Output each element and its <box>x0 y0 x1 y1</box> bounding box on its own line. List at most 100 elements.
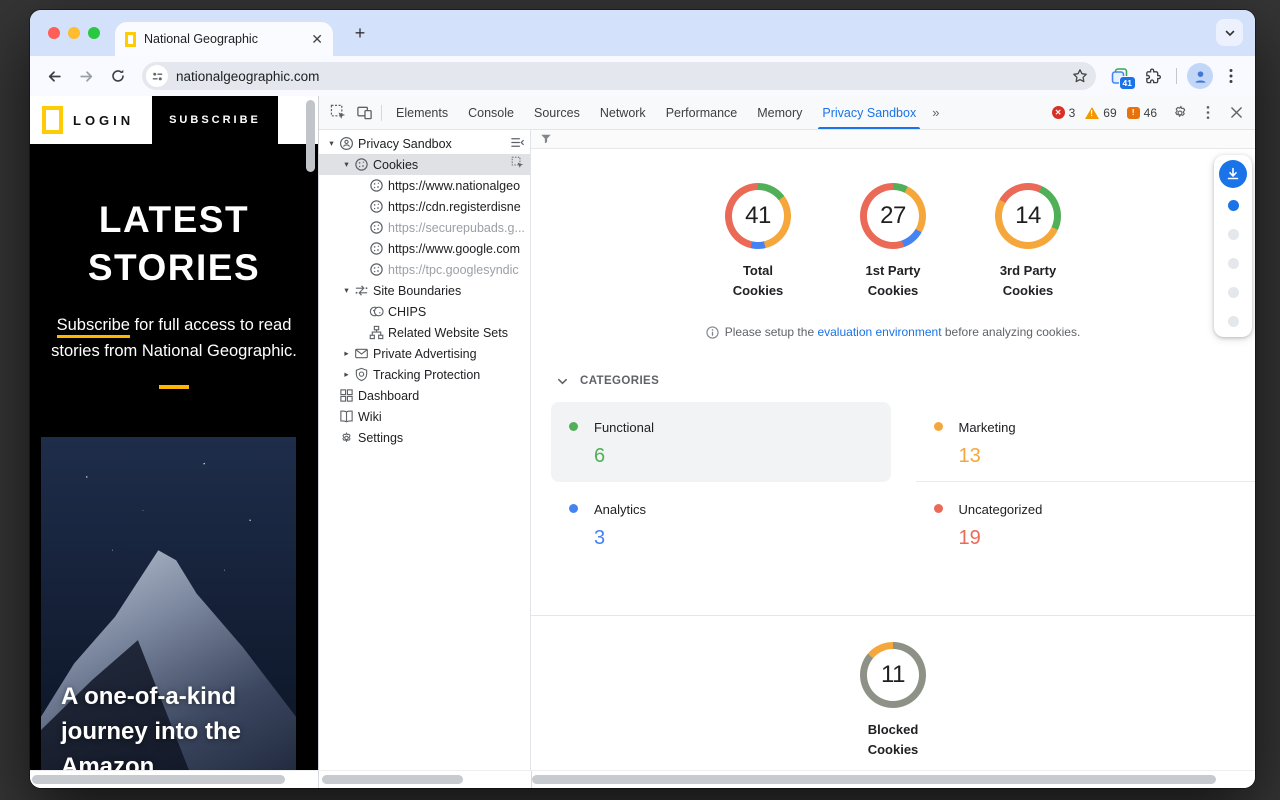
tree-item-wiki[interactable]: Wiki <box>319 406 530 427</box>
page-horizontal-scrollbar[interactable] <box>32 775 285 784</box>
story-card[interactable]: A one-of-a-kind journey into the Amazon <box>41 437 296 770</box>
devtools-tab-console[interactable]: Console <box>458 96 524 129</box>
donut-value: 11 <box>881 661 905 689</box>
tree-item-chips[interactable]: CHIPS <box>319 301 530 322</box>
forward-button[interactable] <box>72 62 100 90</box>
dashboard-icon <box>338 388 354 404</box>
tree-item-cookies[interactable]: ▾Cookies <box>319 154 530 175</box>
tree-item-https-tpc-googlesyndic[interactable]: https://tpc.googlesyndic <box>319 259 530 280</box>
privacy-sandbox-icon <box>338 136 354 152</box>
tree-item-https-www-google-com[interactable]: https://www.google.com <box>319 238 530 259</box>
donut-total-cookies: 41 TotalCookies <box>713 183 803 301</box>
category-card-uncategorized[interactable]: Uncategorized19 <box>916 482 1256 562</box>
filter-funnel-icon[interactable] <box>540 133 552 145</box>
tree-expand-arrow[interactable]: ▾ <box>325 138 338 149</box>
tree-item-tracking-protection[interactable]: ▸ Tracking Protection <box>319 364 530 385</box>
carousel-dot-2[interactable] <box>1228 229 1239 240</box>
devtools-close-icon[interactable] <box>1223 100 1249 126</box>
site-controls-icon[interactable] <box>146 65 168 87</box>
reload-button[interactable] <box>104 62 132 90</box>
inspect-element-icon[interactable] <box>325 100 351 126</box>
category-card-functional[interactable]: Functional6 <box>551 402 891 482</box>
tree-item-privacy-sandbox[interactable]: ▾Privacy Sandbox <box>319 133 530 154</box>
collapse-icon[interactable] <box>510 135 525 150</box>
tree-expand-arrow[interactable]: ▸ <box>340 369 353 380</box>
tree-item-label: https://www.google.com <box>388 242 520 256</box>
donut-center: 41 <box>732 190 784 242</box>
main-horizontal-scrollbar[interactable] <box>532 775 1216 784</box>
devtools-settings-gear-icon[interactable] <box>1167 100 1193 126</box>
devtools-tab-elements[interactable]: Elements <box>386 96 458 129</box>
tree-item-dashboard[interactable]: Dashboard <box>319 385 530 406</box>
donut-ring: 14 <box>995 183 1061 249</box>
evaluation-environment-link[interactable]: evaluation environment <box>817 325 941 339</box>
devtools-tab-sources[interactable]: Sources <box>524 96 590 129</box>
categories-header[interactable]: CATEGORIES <box>557 375 1255 387</box>
bookmark-star-icon[interactable] <box>1072 68 1088 84</box>
devtools-tab-memory[interactable]: Memory <box>747 96 812 129</box>
browser-menu-kebab-icon[interactable] <box>1217 62 1245 90</box>
devtools-menu-kebab-icon[interactable] <box>1195 100 1221 126</box>
cookie-extension-icon[interactable]: 41 <box>1106 62 1134 90</box>
extensions-puzzle-icon[interactable] <box>1138 62 1166 90</box>
carousel-dot-3[interactable] <box>1228 258 1239 269</box>
address-bar[interactable]: nationalgeographic.com <box>142 62 1096 90</box>
device-toolbar-icon[interactable] <box>351 100 377 126</box>
macos-minimize-button[interactable] <box>68 27 80 39</box>
login-link[interactable]: LOGIN <box>73 113 134 128</box>
tree-item-label: Tracking Protection <box>373 368 480 382</box>
tab-close-icon[interactable]: ✕ <box>311 32 323 46</box>
warning-badge[interactable]: 69 <box>1085 106 1116 120</box>
tree-item-https-www-nationalgeo[interactable]: https://www.nationalgeo <box>319 175 530 196</box>
browser-tab[interactable]: National Geographic ✕ <box>115 22 333 56</box>
category-card-marketing[interactable]: Marketing13 <box>916 402 1256 482</box>
issues-badge[interactable]: !46 <box>1127 106 1157 120</box>
tree-item-related-website-sets[interactable]: Related Website Sets <box>319 322 530 343</box>
devtools-tab-privacy-sandbox[interactable]: Privacy Sandbox <box>812 96 926 129</box>
carousel-dot-4[interactable] <box>1228 287 1239 298</box>
tree-expand-arrow[interactable]: ▾ <box>340 159 353 170</box>
setup-info-note: Please setup the evaluation environment … <box>531 325 1255 339</box>
story-title[interactable]: A one-of-a-kind journey into the Amazon <box>61 679 281 770</box>
cookie-icon <box>368 199 384 215</box>
tree-item-label: https://tpc.googlesyndic <box>388 263 519 277</box>
tree-item-https-securepubads-g[interactable]: https://securepubads.g... <box>319 217 530 238</box>
tree-expand-arrow[interactable]: ▾ <box>340 285 353 296</box>
yellow-divider <box>159 385 189 389</box>
console-badges: ✕3 69 !46 <box>1052 106 1157 120</box>
natgeo-logo[interactable] <box>42 106 63 134</box>
error-badge[interactable]: ✕3 <box>1052 106 1076 120</box>
carousel-dot-1[interactable] <box>1228 200 1239 211</box>
donut-label: TotalCookies <box>733 261 784 301</box>
devtools-tab-network[interactable]: Network <box>590 96 656 129</box>
download-report-button[interactable] <box>1219 160 1247 188</box>
carousel-dot-5[interactable] <box>1228 316 1239 327</box>
subscribe-inline-link[interactable]: Subscribe <box>57 316 130 338</box>
tree-item-label: https://cdn.registerdisne <box>388 200 521 214</box>
tree-horizontal-scrollbar[interactable] <box>322 775 463 784</box>
url-text[interactable]: nationalgeographic.com <box>176 69 1064 84</box>
category-card-analytics[interactable]: Analytics3 <box>551 482 891 562</box>
cookie-icon <box>353 157 369 173</box>
subscribe-button[interactable]: SUBSCRIBE <box>152 96 278 144</box>
wiki-icon <box>338 409 354 425</box>
tree-item-https-cdn-registerdisne[interactable]: https://cdn.registerdisne <box>319 196 530 217</box>
inspect-icon[interactable] <box>511 156 525 170</box>
filter-toolbar <box>531 130 1255 149</box>
tree-item-site-boundaries[interactable]: ▾Site Boundaries <box>319 280 530 301</box>
cookie-donuts-row: 41TotalCookies271st PartyCookies143rd Pa… <box>531 183 1255 301</box>
devtools-tab-performance[interactable]: Performance <box>656 96 748 129</box>
tree-item-label: Dashboard <box>358 389 419 403</box>
macos-close-button[interactable] <box>48 27 60 39</box>
tree-expand-arrow[interactable]: ▸ <box>340 348 353 359</box>
more-tabs-icon[interactable]: » <box>926 105 945 120</box>
profile-avatar[interactable] <box>1187 63 1213 89</box>
macos-zoom-button[interactable] <box>88 27 100 39</box>
page-vertical-scrollbar[interactable] <box>306 100 315 172</box>
back-button[interactable] <box>40 62 68 90</box>
tab-search-chevron-icon[interactable] <box>1216 19 1243 46</box>
new-tab-button[interactable]: + <box>348 21 372 45</box>
tree-item-settings[interactable]: Settings <box>319 427 530 448</box>
tree-item-label: https://securepubads.g... <box>388 221 525 235</box>
tree-item-private-advertising[interactable]: ▸Private Advertising <box>319 343 530 364</box>
